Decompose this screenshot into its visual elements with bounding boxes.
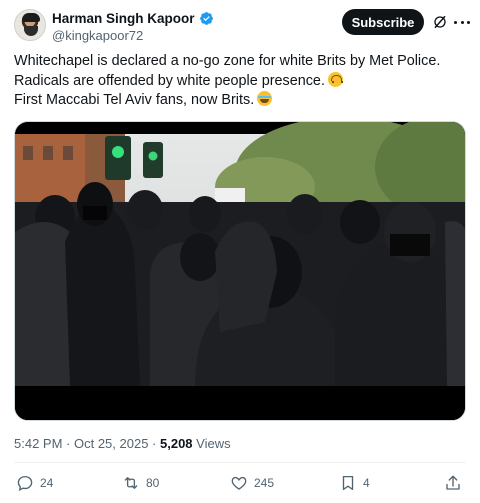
tweet-header: Harman Singh Kapoor @kingkapoor72 Subscr… bbox=[14, 9, 470, 43]
views-count: 5,208 bbox=[160, 436, 193, 451]
avatar[interactable] bbox=[14, 9, 46, 41]
divider bbox=[14, 462, 466, 463]
bookmark-icon bbox=[342, 475, 354, 491]
more-dot bbox=[460, 20, 464, 24]
repost-icon bbox=[124, 477, 138, 489]
author-info: Harman Singh Kapoor @kingkapoor72 bbox=[52, 10, 214, 43]
author-display-name[interactable]: Harman Singh Kapoor bbox=[52, 11, 195, 26]
grok-icon[interactable] bbox=[432, 14, 448, 30]
verified-badge-icon bbox=[199, 12, 213, 25]
repost-button[interactable]: 80 bbox=[122, 472, 159, 494]
author-handle[interactable]: @kingkapoor72 bbox=[52, 28, 214, 43]
tweet-date[interactable]: Oct 25, 2025 bbox=[74, 436, 148, 451]
bookmark-button[interactable]: 4 bbox=[339, 472, 370, 494]
views-label: Views bbox=[192, 436, 231, 451]
tweet-line-3: First Maccabi Tel Aviv fans, now Brits. bbox=[14, 91, 464, 111]
meta-separator: · bbox=[62, 436, 74, 451]
reply-button[interactable]: 24 bbox=[16, 472, 53, 494]
avatar-beard bbox=[24, 26, 38, 36]
like-button[interactable]: 245 bbox=[230, 472, 274, 494]
avatar-turban bbox=[22, 13, 40, 22]
tweet-meta: 5:42 PM · Oct 25, 2025 · 5,208 Views bbox=[14, 436, 231, 451]
repost-count: 80 bbox=[146, 476, 160, 490]
tweet-line-1-text: Whitechapel is declared a no-go zone for… bbox=[14, 53, 441, 69]
tweet-time[interactable]: 5:42 PM bbox=[14, 436, 62, 451]
reply-count: 24 bbox=[40, 476, 54, 490]
more-dot bbox=[467, 20, 470, 24]
meta-separator: · bbox=[148, 436, 160, 451]
tweet-line-1: Whitechapel is declared a no-go zone for… bbox=[14, 52, 464, 72]
heart-icon bbox=[231, 476, 247, 490]
tweet-line-3-text: First Maccabi Tel Aviv fans, now Brits. bbox=[14, 92, 255, 108]
tweet-media-video[interactable] bbox=[14, 121, 466, 421]
author-name-row: Harman Singh Kapoor bbox=[52, 10, 214, 27]
tweet-line-2-text: Radicals are offended by white people pr… bbox=[14, 72, 325, 89]
bookmark-count: 4 bbox=[363, 476, 370, 490]
action-bar: 24 80 245 4 bbox=[14, 472, 466, 496]
tears-of-joy-emoji-icon bbox=[257, 91, 273, 106]
upside-down-face-emoji-icon bbox=[327, 71, 343, 87]
tweet-text: Whitechapel is declared a no-go zone for… bbox=[14, 52, 464, 111]
more-dot bbox=[454, 20, 457, 24]
share-icon bbox=[446, 475, 460, 490]
share-button[interactable] bbox=[444, 472, 462, 494]
more-icon[interactable] bbox=[454, 14, 470, 30]
video-thumbnail-image bbox=[15, 122, 465, 420]
subscribe-button[interactable]: Subscribe bbox=[342, 9, 424, 35]
like-count: 245 bbox=[254, 476, 275, 490]
reply-icon bbox=[17, 475, 33, 491]
tweet-line-2: Radicals are offended by white people pr… bbox=[14, 71, 464, 92]
